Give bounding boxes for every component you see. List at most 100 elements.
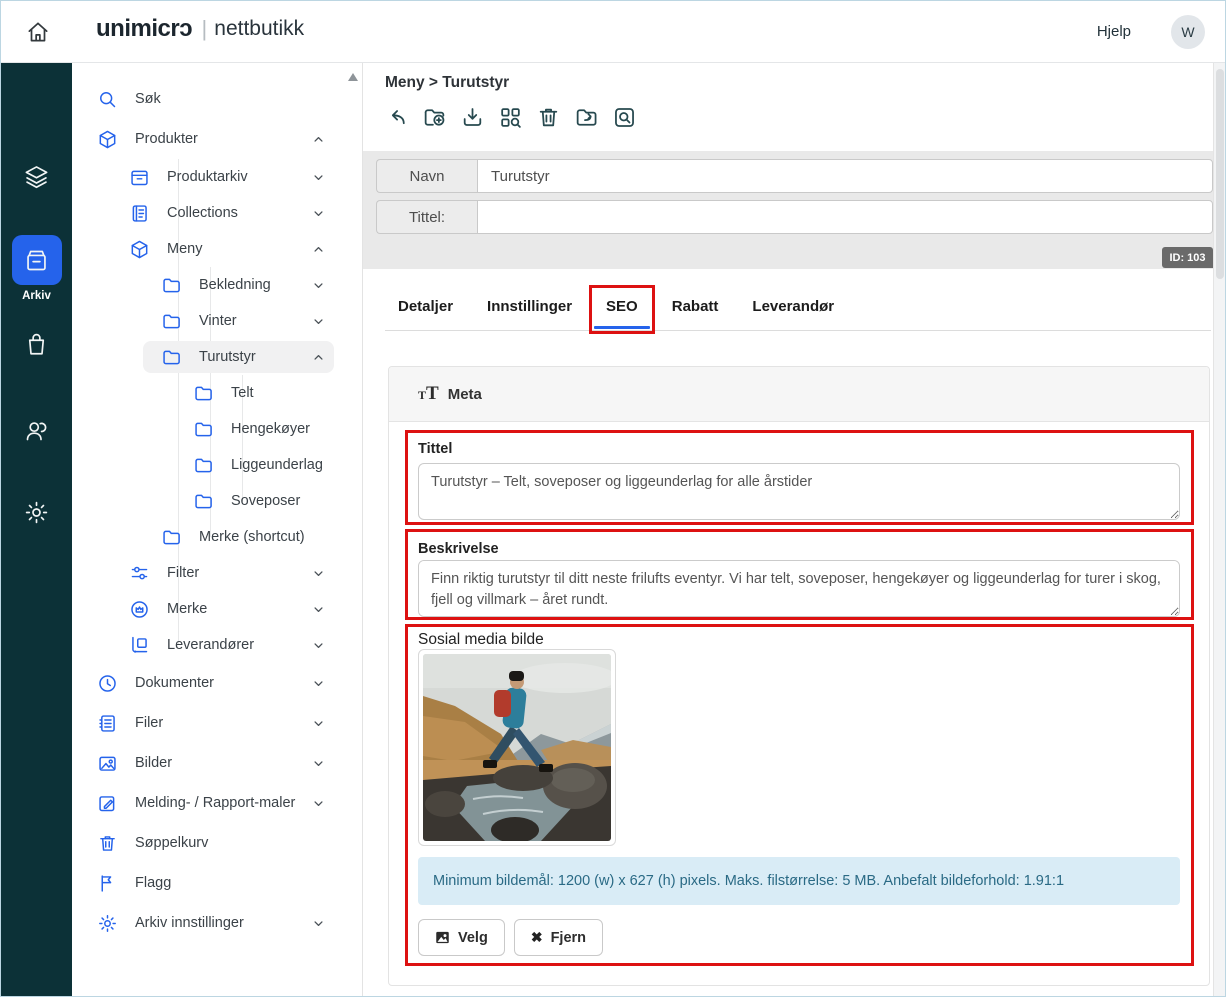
folder-plus-button[interactable] xyxy=(420,103,449,132)
brand-logo: unimicrɔ | nettbutikk xyxy=(96,15,304,43)
navn-input[interactable] xyxy=(477,159,1213,193)
annotation-box-social-media-image: Sosial media bilde xyxy=(405,624,1194,966)
sidebar-item-filer[interactable]: Filer xyxy=(72,703,350,743)
sidebar-item-meny[interactable]: Meny xyxy=(72,231,350,267)
sidebar-item-label: Produktarkiv xyxy=(167,169,248,185)
sidebar-item-produkter[interactable]: Produkter xyxy=(72,119,350,159)
chevron-down-icon xyxy=(311,566,326,581)
rail-item-layers[interactable] xyxy=(1,163,72,190)
meta-beskrivelse-label: Beskrivelse xyxy=(418,541,499,557)
tab-detaljer[interactable]: Detaljer xyxy=(398,298,453,330)
tab-seo[interactable]: SEO xyxy=(606,298,638,330)
sidebar-item-merke-shortcut-[interactable]: Merke (shortcut) xyxy=(72,519,350,555)
search-icon xyxy=(97,89,118,110)
meta-tittel-label: Tittel xyxy=(418,441,452,457)
zoom-box-button[interactable] xyxy=(610,103,639,132)
social-image-illustration xyxy=(423,654,611,841)
trash-icon xyxy=(97,833,118,854)
sidebar-item-bekledning[interactable]: Bekledning xyxy=(72,267,350,303)
sidebar-item-label: Turutstyr xyxy=(199,349,256,365)
chevron-down-icon xyxy=(311,314,326,329)
sidebar-item-collections[interactable]: Collections xyxy=(72,195,350,231)
file-lines-icon xyxy=(97,713,118,734)
page-scrollbar-thumb[interactable] xyxy=(1216,69,1224,279)
sidebar-item-turutstyr[interactable]: Turutstyr xyxy=(72,339,350,375)
sidebar-item-label: Bekledning xyxy=(199,277,271,293)
navn-field-group: Navn xyxy=(376,159,1213,193)
handtruck-icon xyxy=(129,635,150,656)
grid-search-icon xyxy=(498,105,523,130)
folder-icon xyxy=(193,383,214,404)
grid-search-button[interactable] xyxy=(496,103,525,132)
folder-move-button[interactable] xyxy=(572,103,601,132)
sidebar-item-label: Bilder xyxy=(135,755,172,771)
sidebar-item-label: Merke (shortcut) xyxy=(199,529,305,545)
undo-button[interactable] xyxy=(382,103,411,132)
chevron-down-icon xyxy=(311,756,326,771)
sidebar-item-merke[interactable]: Merke xyxy=(72,591,350,627)
sidebar-item-dokumenter[interactable]: Dokumenter xyxy=(72,663,350,703)
help-link[interactable]: Hjelp xyxy=(1097,23,1131,40)
sidebar-nav: SøkProdukter Produktarkiv Collections Meny B… xyxy=(72,63,363,997)
top-header: unimicrɔ | nettbutikk Hjelp W xyxy=(1,1,1226,63)
package-icon xyxy=(97,129,118,150)
chevron-up-icon xyxy=(311,132,326,147)
meta-section-header: TT Meta xyxy=(389,367,1209,422)
tab-rabatt[interactable]: Rabatt xyxy=(672,298,719,330)
chevron-down-icon xyxy=(311,676,326,691)
rail-item-arkiv[interactable]: Arkiv xyxy=(1,235,72,302)
download-button[interactable] xyxy=(458,103,487,132)
trash-button[interactable] xyxy=(534,103,563,132)
chevron-down-icon xyxy=(311,796,326,811)
rail-item-users[interactable] xyxy=(1,417,72,444)
sidebar-item-flagg[interactable]: Flagg xyxy=(72,863,350,903)
sidebar-item-søppelkurv[interactable]: Søppelkurv xyxy=(72,823,350,863)
folder-icon xyxy=(161,527,182,548)
sidebar-item-soveposer[interactable]: Soveposer xyxy=(72,483,350,519)
sidebar-item-label: Merke xyxy=(167,601,207,617)
sidebar-item-liggeunderlag[interactable]: Liggeunderlag xyxy=(72,447,350,483)
gear-blue-icon xyxy=(97,913,118,934)
sidebar-item-søk[interactable]: Søk xyxy=(72,79,350,119)
sidebar-item-label: Meny xyxy=(167,241,202,257)
sliders-icon xyxy=(129,563,150,584)
archive-box-icon xyxy=(129,167,150,188)
app-window: unimicrɔ | nettbutikk Hjelp W Arkiv SøkP… xyxy=(0,0,1226,997)
remove-x-icon: ✖ xyxy=(531,929,543,946)
sidebar-item-filter[interactable]: Filter xyxy=(72,555,350,591)
brand-text: unimicr xyxy=(96,15,179,43)
sidebar-item-leverandører[interactable]: Leverandører xyxy=(72,627,350,663)
sidebar-item-produktarkiv[interactable]: Produktarkiv xyxy=(72,159,350,195)
rail-item-bag[interactable] xyxy=(1,331,72,358)
social-image-label: Sosial media bilde xyxy=(418,631,544,649)
nav-scroll-up-button[interactable] xyxy=(348,73,358,81)
rail-active-highlight xyxy=(12,235,62,285)
navn-label: Navn xyxy=(376,159,477,193)
sidebar-item-arkiv-innstillinger[interactable]: Arkiv innstillinger xyxy=(72,903,350,943)
sidebar-item-hengekøyer[interactable]: Hengekøyer xyxy=(72,411,350,447)
globe-icon xyxy=(97,673,118,694)
id-badge: ID: 103 xyxy=(1162,247,1213,268)
home-button[interactable] xyxy=(22,16,54,48)
sidebar-item-bilder[interactable]: Bilder xyxy=(72,743,350,783)
chevron-down-icon xyxy=(311,206,326,221)
sidebar-item-melding-rapport-maler[interactable]: Melding- / Rapport-maler xyxy=(72,783,350,823)
sidebar-item-label: Arkiv innstillinger xyxy=(135,915,244,931)
velg-button[interactable]: Velg xyxy=(418,919,505,956)
sidebar-item-vinter[interactable]: Vinter xyxy=(72,303,350,339)
nav-scrollbar xyxy=(347,67,359,993)
meta-tittel-textarea[interactable] xyxy=(418,463,1180,520)
social-media-image xyxy=(418,649,616,846)
sidebar-item-label: Soveposer xyxy=(231,493,300,509)
sidebar-item-telt[interactable]: Telt xyxy=(72,375,350,411)
sidebar-item-label: Søppelkurv xyxy=(135,835,208,851)
tab-leverandør[interactable]: Leverandør xyxy=(752,298,834,330)
user-avatar[interactable]: W xyxy=(1171,15,1205,49)
meta-beskrivelse-textarea[interactable] xyxy=(418,560,1180,617)
tittel-input[interactable] xyxy=(477,200,1213,234)
rail-item-gear[interactable] xyxy=(1,499,72,526)
download-icon xyxy=(460,105,485,130)
fjern-button[interactable]: ✖ Fjern xyxy=(514,919,603,956)
tab-innstillinger[interactable]: Innstillinger xyxy=(487,298,572,330)
tittel-field-group: Tittel: xyxy=(376,200,1213,234)
